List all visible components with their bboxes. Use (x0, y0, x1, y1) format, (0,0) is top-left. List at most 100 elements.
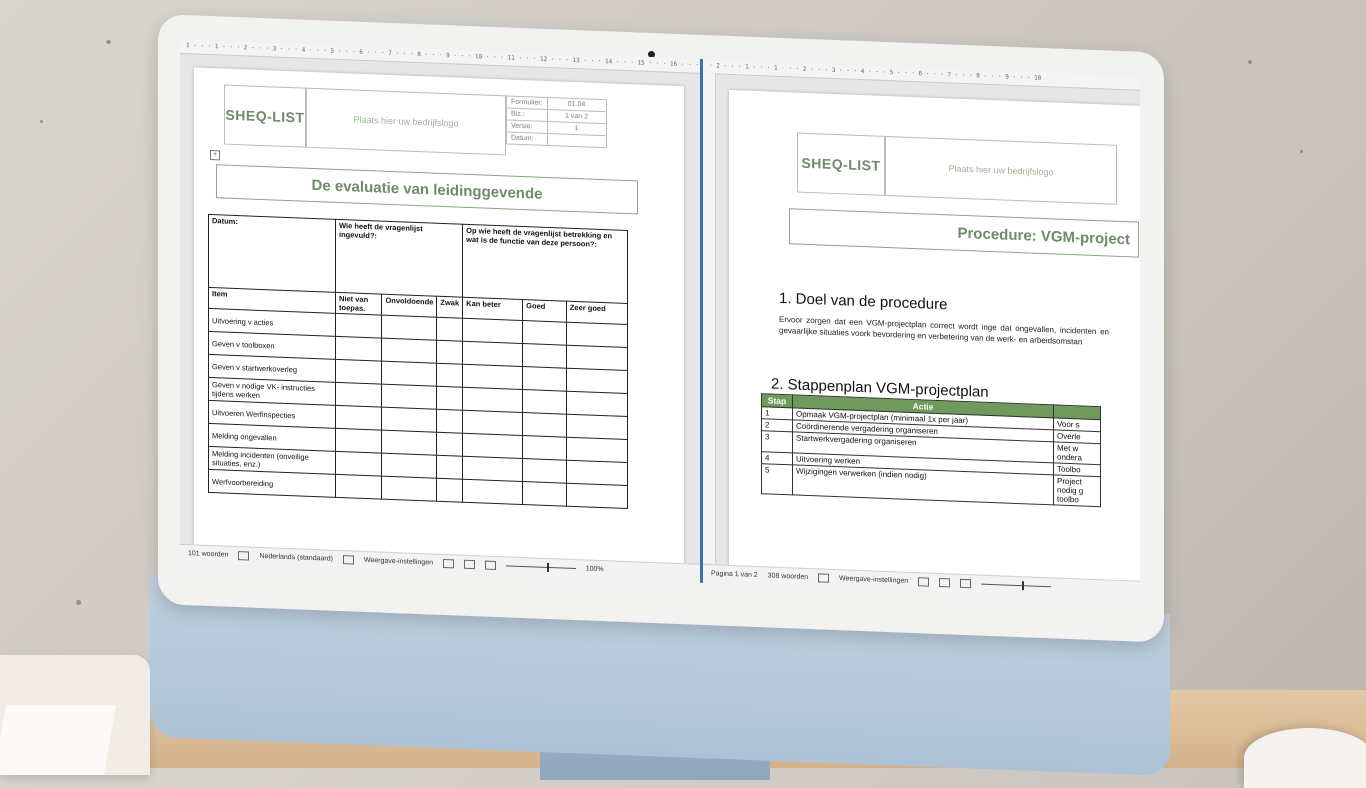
zoom-slider[interactable] (981, 580, 1051, 590)
rating-cell[interactable] (381, 453, 437, 479)
coffee-cup (1244, 728, 1366, 788)
rating-cell[interactable] (462, 318, 523, 344)
horizontal-ruler[interactable]: 1 · · · 1 · · · 2 · · · 3 · · · 4 · · · … (180, 38, 700, 74)
rating-cell[interactable] (522, 435, 567, 461)
zoom-level[interactable]: 100% (586, 565, 604, 573)
rating-cell[interactable] (335, 359, 382, 385)
column-header: Onvoldoende (381, 294, 437, 318)
rating-cell[interactable] (566, 460, 628, 486)
meta-table: Formulier: 01.04 Blz.: 1 van 2 Versie: 1 Da… (506, 95, 607, 148)
rating-cell[interactable] (436, 455, 463, 480)
print-layout-icon[interactable] (463, 559, 475, 569)
word-count[interactable]: 308 woorden (768, 572, 808, 581)
rating-cell[interactable] (381, 361, 437, 387)
table-move-icon[interactable]: + (210, 149, 220, 161)
view-settings-button[interactable]: Weergave-instellingen (364, 557, 433, 567)
rating-cell[interactable] (436, 386, 463, 411)
rating-cell[interactable] (462, 456, 523, 482)
step-number: 3 (761, 430, 793, 453)
column-header: Stap (761, 393, 793, 408)
rating-cell[interactable] (522, 412, 567, 438)
print-layout-icon[interactable] (939, 577, 951, 588)
rating-cell[interactable] (566, 391, 628, 417)
rating-cell[interactable] (335, 474, 382, 500)
rating-cell[interactable] (566, 322, 628, 348)
rating-cell[interactable] (522, 389, 567, 415)
step-number: 5 (761, 463, 793, 495)
rating-cell[interactable] (566, 368, 628, 394)
column-header: Kan beter (462, 297, 523, 321)
rating-cell[interactable] (335, 336, 382, 362)
monitor: 1 · · · 1 · · · 2 · · · 3 · · · 4 · · · … (158, 14, 1164, 643)
accessibility-icon[interactable] (342, 554, 354, 565)
meta-label: Datum: (506, 131, 548, 146)
accessibility-icon[interactable] (818, 573, 830, 583)
rating-cell[interactable] (462, 387, 523, 413)
rating-cell[interactable] (381, 384, 437, 410)
rating-cell[interactable] (462, 410, 523, 436)
rating-cell[interactable] (522, 458, 567, 484)
row-label: Werfvoorbereiding (208, 469, 336, 498)
page-indicator[interactable]: Pagina 1 van 2 (711, 570, 758, 579)
logo-box: SHEQ-LIST (224, 84, 306, 148)
vertical-ruler[interactable] (703, 72, 716, 564)
rating-cell[interactable] (462, 341, 523, 367)
column-header: Zeer goed (566, 301, 628, 325)
rating-cell[interactable] (381, 430, 437, 456)
rating-cell[interactable] (436, 432, 463, 457)
meta-row: Datum: (506, 131, 607, 148)
screen: 1 · · · 1 · · · 2 · · · 3 · · · 4 · · · … (180, 38, 1140, 600)
view-settings-button[interactable]: Weergave-instellingen (839, 575, 908, 585)
rating-cell[interactable] (381, 407, 437, 433)
rating-cell[interactable] (335, 382, 382, 408)
rating-cell[interactable] (381, 476, 437, 502)
web-layout-icon[interactable] (960, 578, 972, 588)
proofing-icon[interactable] (238, 550, 250, 561)
rating-cell[interactable] (335, 428, 382, 454)
evaluation-table: Datum: Wie heeft de vragenlijst ingevuld… (208, 214, 628, 509)
rating-cell[interactable] (436, 340, 463, 365)
section-text: Ervoor zorgen dat een VGM-projectplan co… (779, 314, 1109, 347)
rating-cell[interactable] (381, 338, 437, 364)
rating-cell[interactable] (522, 320, 567, 346)
read-mode-icon[interactable] (918, 576, 930, 587)
rating-cell[interactable] (522, 481, 567, 507)
desk-paper (0, 705, 117, 775)
op-wie-cell[interactable]: Op wie heeft de vragenlijst betrekking e… (462, 224, 628, 304)
rating-cell[interactable] (335, 313, 382, 339)
read-mode-icon[interactable] (442, 558, 454, 569)
language[interactable]: Nederlands (standaard) (259, 553, 333, 563)
document-page[interactable]: SHEQ-LIST Plaats hier uw bedrijfslogo Pr… (729, 89, 1140, 585)
datum-cell[interactable]: Datum: (208, 214, 336, 293)
rating-cell[interactable] (436, 409, 463, 434)
rating-cell[interactable] (436, 478, 463, 503)
step-note[interactable]: Met w ondera (1053, 441, 1101, 465)
rating-cell[interactable] (462, 433, 523, 459)
rating-cell[interactable] (381, 315, 437, 341)
zoom-slider[interactable] (505, 562, 576, 572)
rating-cell[interactable] (335, 451, 382, 477)
rating-cell[interactable] (522, 366, 567, 392)
zoom-slider-thumb[interactable] (546, 562, 549, 572)
logo-placeholder: Plaats hier uw bedrijfslogo (885, 135, 1117, 205)
rating-cell[interactable] (566, 483, 628, 509)
wie-cell[interactable]: Wie heeft de vragenlijst ingevuld?: (335, 219, 463, 298)
rating-cell[interactable] (462, 364, 523, 390)
rating-cell[interactable] (436, 363, 463, 388)
rating-cell[interactable] (566, 414, 628, 440)
rating-cell[interactable] (436, 317, 463, 342)
rating-cell[interactable] (522, 343, 567, 369)
rating-cell[interactable] (462, 479, 523, 505)
rating-cell[interactable] (335, 405, 382, 431)
step-note[interactable]: Project nodig g toolbo (1053, 474, 1101, 507)
rating-cell[interactable] (566, 345, 628, 371)
horizontal-ruler[interactable]: · 2 · · · 1 · · · 1 · · · 2 · · · 3 · · … (703, 58, 1140, 91)
section-heading: 1. Doel van de procedure (779, 289, 948, 314)
zoom-slider-thumb[interactable] (1022, 580, 1024, 590)
document-title: Procedure: VGM-project (789, 208, 1139, 258)
rating-cell[interactable] (566, 437, 628, 463)
web-layout-icon[interactable] (484, 560, 496, 570)
word-count[interactable]: 101 woorden (188, 550, 228, 559)
document-page[interactable]: SHEQ-LIST Plaats hier uw bedrijfslogo Fo… (194, 67, 684, 567)
column-header: Zwak (436, 296, 463, 319)
